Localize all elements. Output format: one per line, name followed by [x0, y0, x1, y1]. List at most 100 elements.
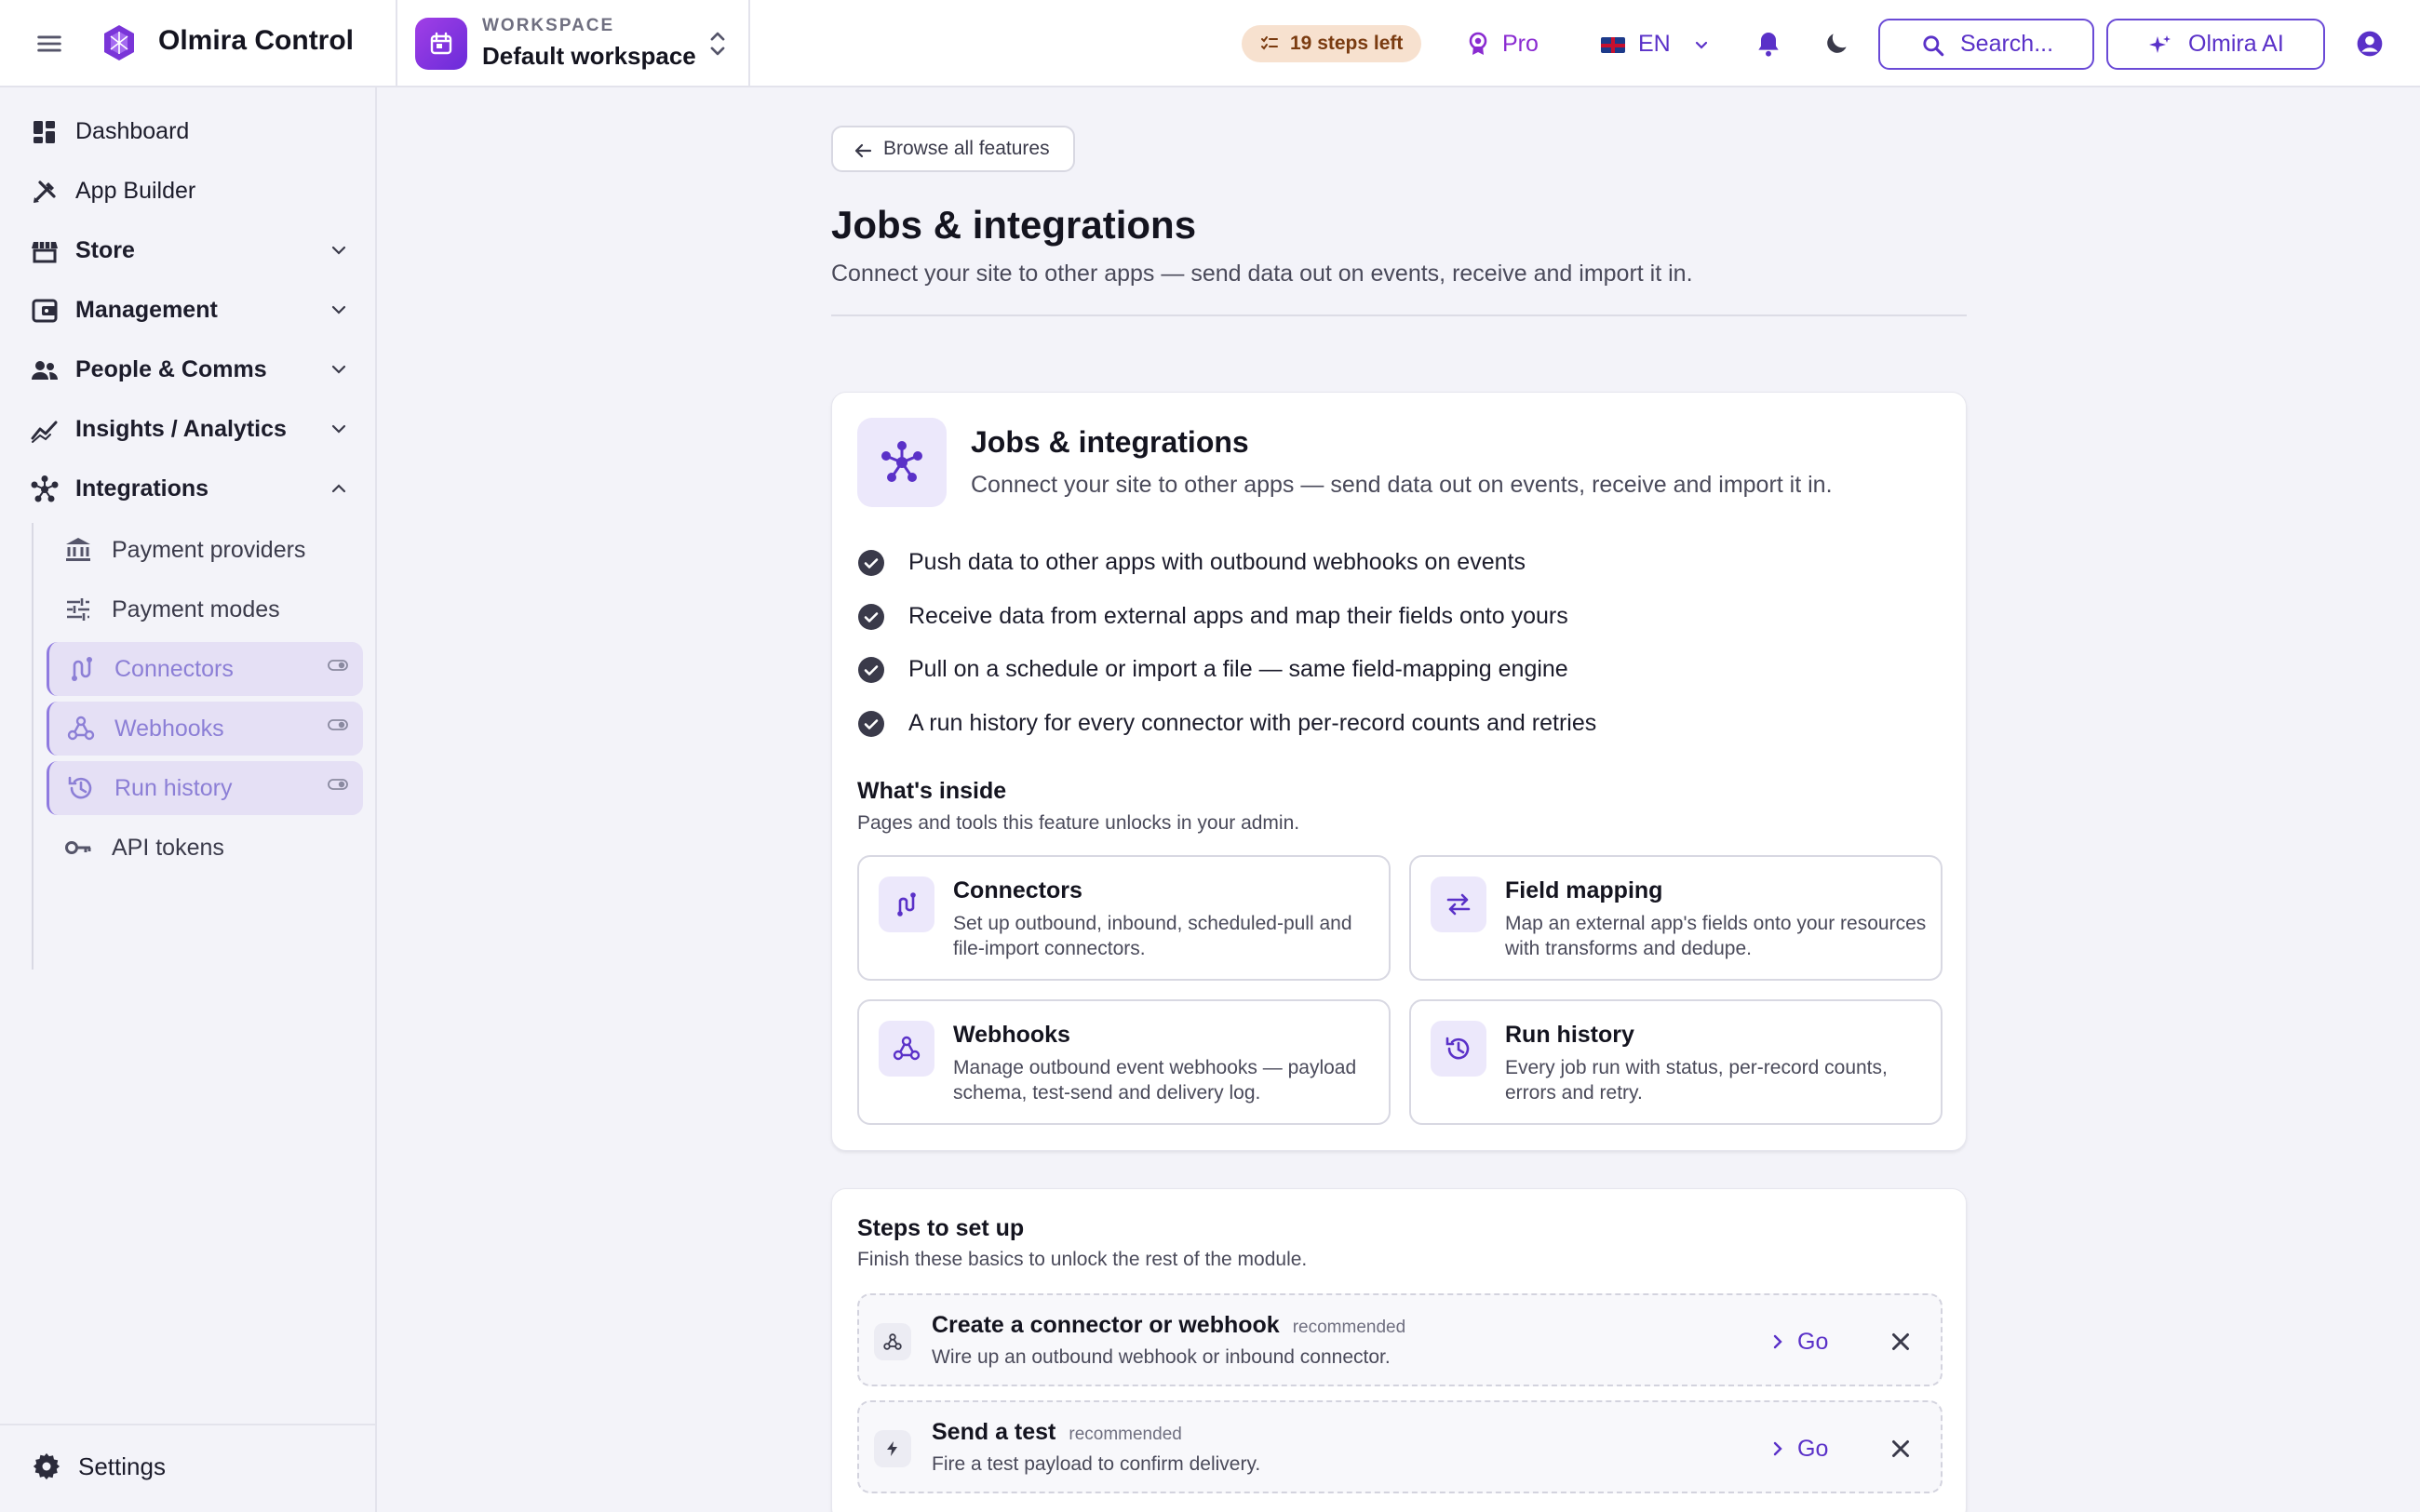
sidebar-subitem-api-tokens[interactable]: API tokens	[47, 821, 363, 875]
tile-description: Map an external app's fields onto your r…	[1505, 913, 1927, 959]
webhook-icon	[67, 716, 95, 741]
feature-bullet-text: Receive data from external apps and map …	[908, 603, 1568, 629]
sliders-icon	[67, 598, 89, 621]
sidebar-item-management[interactable]: Management	[0, 283, 375, 339]
search-button[interactable]: Search...	[1878, 19, 2094, 70]
bolt-icon	[874, 1430, 911, 1467]
dark-mode-icon[interactable]	[1822, 29, 1851, 59]
tile-connectors[interactable]: Connectors Set up outbound, inbound, sch…	[857, 855, 1391, 981]
sidebar-item-label: Dashboard	[75, 118, 190, 144]
search-label: Search...	[1960, 31, 2054, 57]
connector-icon	[879, 876, 934, 932]
divider	[831, 314, 1967, 316]
ai-assistant-button[interactable]: Olmira AI	[2106, 19, 2325, 70]
notification-bell-icon[interactable]	[1754, 29, 1783, 59]
steps-left-badge[interactable]: 19 steps left	[1242, 25, 1422, 62]
hub-icon	[31, 475, 59, 502]
chevron-down-icon	[331, 365, 346, 374]
hub-icon	[857, 418, 947, 507]
settings-label: Settings	[78, 1452, 166, 1480]
sidebar-item-people-comms[interactable]: People & Comms	[0, 342, 375, 398]
workspace-switcher[interactable]: WORKSPACE Default workspace	[397, 0, 749, 87]
chevron-down-icon	[331, 246, 346, 255]
feature-bullet-text: Push data to other apps with outbound we…	[908, 549, 1526, 575]
award-icon	[1469, 32, 1487, 55]
tile-webhooks[interactable]: Webhooks Manage outbound event webhooks …	[857, 999, 1391, 1125]
history-icon	[1431, 1021, 1486, 1077]
sidebar-subitem-run-history[interactable]: Run history	[47, 761, 363, 815]
uk-flag-icon	[1601, 37, 1625, 53]
recommended-badge: recommended	[1069, 1425, 1182, 1444]
page-subtitle: Connect your site to other apps — send d…	[831, 261, 1693, 287]
recommended-badge: recommended	[1292, 1318, 1406, 1337]
sidebar-subitem-label: Run history	[114, 775, 233, 801]
plan-badge[interactable]: Pro	[1465, 24, 1539, 63]
sidebar-subitem-connectors[interactable]: Connectors	[47, 642, 363, 696]
go-button[interactable]: Go	[1766, 1433, 1828, 1465]
setup-step-description: Wire up an outbound webhook or inbound c…	[932, 1346, 1391, 1368]
feature-card: Jobs & integrations Connect your site to…	[831, 392, 1967, 1151]
setup-title: Steps to set up	[857, 1215, 1025, 1241]
sidebar-item-label: Management	[75, 297, 218, 323]
check-circle-icon	[858, 604, 884, 630]
go-label: Go	[1797, 1329, 1829, 1355]
chevron-right-icon	[1773, 1441, 1782, 1456]
tile-title: Webhooks	[953, 1022, 1070, 1048]
whats-inside-title: What's inside	[857, 778, 1007, 804]
app-name[interactable]: Olmira Control	[158, 25, 354, 57]
tile-description: Every job run with status, per-record co…	[1505, 1057, 1888, 1104]
webhook-icon	[874, 1323, 911, 1360]
settings-button[interactable]: Settings	[0, 1438, 375, 1494]
sidebar-item-store[interactable]: Store	[0, 223, 375, 279]
tile-title: Run history	[1505, 1022, 1634, 1048]
check-circle-icon	[858, 711, 884, 737]
feature-bullet-text: Pull on a schedule or import a file — sa…	[908, 656, 1568, 682]
webhook-icon	[879, 1021, 934, 1077]
store-icon	[32, 242, 58, 263]
sidebar-item-dashboard[interactable]: Dashboard	[0, 104, 375, 160]
sidebar-item-label: Integrations	[75, 475, 209, 502]
sidebar-subitem-payment-modes[interactable]: Payment modes	[47, 582, 363, 636]
checklist-icon	[1261, 36, 1278, 50]
ai-label: Olmira AI	[2188, 31, 2284, 57]
setup-step-title: Create a connector or webhook recommended	[932, 1312, 1405, 1339]
divider	[0, 1424, 375, 1425]
toggle-lock-icon	[328, 719, 348, 730]
setup-step: Send a test recommended Fire a test paylo…	[857, 1400, 1943, 1493]
chevron-up-icon	[331, 484, 346, 493]
sidebar-item-label: App Builder	[75, 178, 196, 204]
feature-bullet-text: A run history for every connector with p…	[908, 710, 1597, 736]
top-bar: Olmira Control WORKSPACE Default workspa…	[0, 0, 2420, 87]
tile-description: Manage outbound event webhooks — payload…	[953, 1057, 1357, 1104]
setup-steps-card: Steps to set up Finish these basics to u…	[831, 1188, 1967, 1512]
chevron-down-icon	[331, 305, 346, 314]
toggle-lock-icon	[328, 660, 348, 671]
account-circle-icon[interactable]	[2355, 29, 2385, 59]
feature-subtitle: Connect your site to other apps — send d…	[971, 472, 1833, 498]
sidebar-item-integrations[interactable]: Integrations	[0, 462, 375, 517]
sidebar-subitem-label: Payment providers	[112, 537, 306, 563]
divider	[748, 0, 750, 87]
tile-run-history[interactable]: Run history Every job run with status, p…	[1409, 999, 1943, 1125]
sidebar-item-insights-analytics[interactable]: Insights / Analytics	[0, 402, 375, 458]
go-button[interactable]: Go	[1766, 1326, 1828, 1358]
sidebar-subitem-label: API tokens	[112, 835, 224, 861]
close-icon[interactable]	[1887, 1328, 1915, 1356]
tile-field-mapping[interactable]: Field mapping Map an external app's fiel…	[1409, 855, 1943, 981]
brand-logo-icon	[104, 25, 134, 60]
unfold-icon	[710, 32, 725, 56]
setup-step-title-text: Send a test	[932, 1419, 1056, 1445]
hamburger-menu-icon[interactable]	[34, 28, 65, 60]
language-select[interactable]: EN	[1601, 24, 1708, 63]
sidebar-item-app-builder[interactable]: App Builder	[0, 164, 375, 220]
workspace-name: Default workspace	[482, 42, 696, 70]
sparkle-icon	[2149, 35, 2171, 53]
close-icon[interactable]	[1887, 1435, 1915, 1463]
setup-step-description: Fire a test payload to confirm delivery.	[932, 1453, 1261, 1475]
sidebar-subitem-payment-providers[interactable]: Payment providers	[47, 523, 363, 577]
browse-all-features-button[interactable]: Browse all features	[831, 126, 1075, 172]
sidebar-subitem-webhooks[interactable]: Webhooks	[47, 702, 363, 756]
check-circle-icon	[858, 550, 884, 576]
dashboard-icon	[34, 121, 55, 143]
sidebar-subitem-label: Payment modes	[112, 596, 280, 622]
